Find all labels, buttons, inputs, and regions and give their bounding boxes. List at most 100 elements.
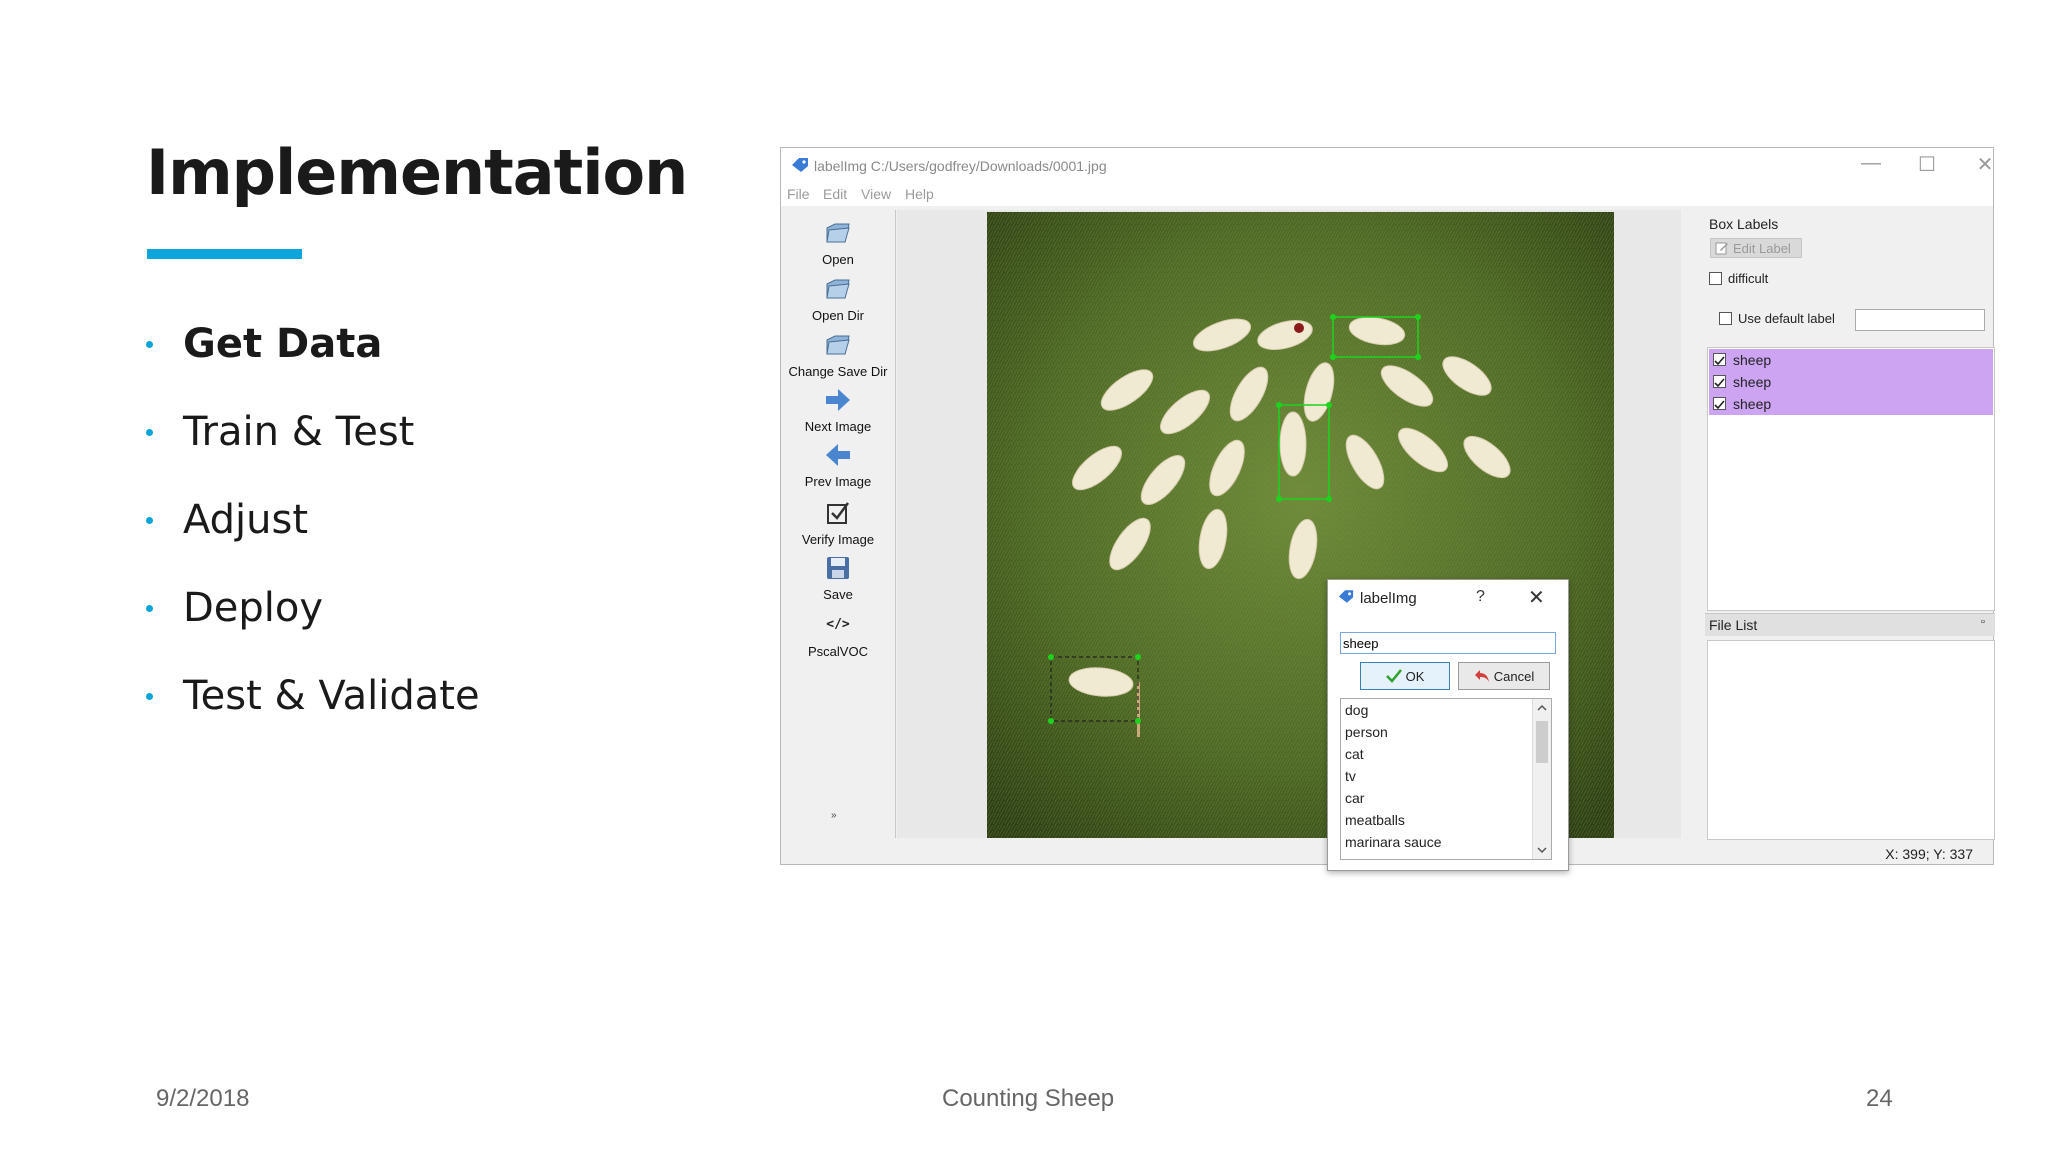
help-button[interactable]: ? (1476, 588, 1485, 606)
menu-file[interactable]: File (787, 186, 810, 202)
open-dir-button[interactable]: Open Dir (781, 274, 895, 323)
label-text: sheep (1733, 374, 1772, 390)
dialog-close-button[interactable]: ✕ (1528, 585, 1545, 610)
pascal-voc-button[interactable]: </> PscalVOC (781, 610, 895, 659)
file-list-title: File List (1709, 617, 1758, 633)
default-label-input[interactable] (1855, 309, 1985, 331)
tag-icon (792, 158, 808, 172)
footer-title: Counting Sheep (942, 1085, 1115, 1112)
toolbar-more-icon[interactable]: » (831, 810, 837, 821)
edit-icon (1715, 242, 1728, 255)
bullet-text: Deploy (183, 585, 324, 631)
bullet-item: Train & Test (146, 388, 480, 476)
ok-button[interactable]: OK (1360, 662, 1450, 690)
list-item[interactable]: car (1341, 787, 1551, 809)
bullet-item: Adjust (146, 476, 480, 564)
menu-bar: File Edit View Help (781, 182, 1993, 206)
label-checkbox[interactable] (1713, 375, 1726, 388)
label-checkbox[interactable] (1713, 353, 1726, 366)
code-icon: </> (826, 617, 850, 632)
menu-help[interactable]: Help (905, 186, 934, 202)
bullet-text: Adjust (183, 497, 309, 543)
cancel-label: Cancel (1493, 668, 1535, 684)
slide-title: Implementation (146, 136, 688, 209)
bullet-text: Test & Validate (183, 673, 480, 719)
label-item[interactable]: sheep (1709, 393, 1993, 415)
scroll-thumb[interactable] (1536, 721, 1548, 763)
chevron-down-icon[interactable] (1533, 843, 1551, 857)
footer-date: 9/2/2018 (156, 1085, 250, 1112)
ok-label: OK (1405, 668, 1425, 684)
cancel-button[interactable]: Cancel (1458, 662, 1550, 690)
folder-icon (826, 223, 850, 243)
verify-image-label: Verify Image (801, 532, 875, 547)
cursor-coordinates: X: 399; Y: 337 (1885, 846, 1973, 862)
label-checkbox[interactable] (1713, 397, 1726, 410)
open-label: Open (822, 252, 854, 267)
label-dialog: labelImg ? ✕ OK Cancel dog person cat tv… (1327, 579, 1569, 871)
chevron-up-icon[interactable] (1533, 701, 1551, 715)
label-text: sheep (1733, 396, 1772, 412)
bullet-dot (146, 340, 153, 348)
prev-image-button[interactable]: Prev Image (781, 440, 895, 489)
change-save-dir-button[interactable]: Change Save Dir (781, 330, 895, 379)
label-input[interactable] (1340, 632, 1556, 654)
arrow-left-icon (826, 444, 850, 466)
arrow-right-icon (826, 389, 850, 411)
change-save-dir-label: Change Save Dir (788, 364, 888, 379)
check-icon (1385, 669, 1402, 683)
bullet-item: Deploy (146, 564, 480, 652)
close-button[interactable]: ✕ (1965, 152, 2005, 177)
maximize-button[interactable]: ☐ (1907, 152, 1947, 177)
minimize-button[interactable]: — (1851, 152, 1891, 175)
undo-icon (1474, 670, 1489, 682)
edit-label-button[interactable]: Edit Label (1710, 238, 1802, 258)
bullet-text: Train & Test (183, 409, 415, 455)
bullet-dot (146, 692, 153, 700)
left-toolbar: Open Open Dir Change Save Dir Next Image… (781, 210, 896, 838)
list-item[interactable]: marinara sauce (1341, 831, 1551, 853)
check-icon (1714, 378, 1725, 388)
tag-icon (1338, 590, 1354, 603)
difficult-label: difficult (1728, 271, 1769, 286)
label-text: sheep (1733, 352, 1772, 368)
box-labels-list: sheep sheep sheep (1707, 347, 1995, 611)
list-item[interactable]: cat (1341, 743, 1551, 765)
float-panel-icon[interactable]: ▫ (1981, 616, 1985, 628)
list-scrollbar[interactable] (1532, 699, 1551, 859)
bullet-dot (146, 516, 153, 524)
edit-label-text: Edit Label (1733, 240, 1791, 256)
window-title: labelImg C:/Users/godfrey/Downloads/0001… (814, 158, 1107, 174)
folder-icon (826, 335, 850, 355)
label-options-list[interactable]: dog person cat tv car meatballs marinara… (1340, 698, 1552, 860)
list-item[interactable]: tv (1341, 765, 1551, 787)
folder-icon (826, 279, 850, 299)
next-image-label: Next Image (804, 419, 872, 434)
bullet-dot (146, 604, 153, 612)
open-button[interactable]: Open (781, 218, 895, 267)
label-item[interactable]: sheep (1709, 371, 1993, 393)
bullet-item: Test & Validate (146, 652, 480, 740)
labelimg-window: labelImg C:/Users/godfrey/Downloads/0001… (780, 147, 1995, 871)
list-item[interactable]: dog (1341, 699, 1551, 721)
dialog-title: labelImg (1360, 590, 1417, 607)
bullet-item: Get Data (146, 300, 480, 388)
bullet-list: Get Data Train & Test Adjust Deploy Test… (146, 300, 480, 740)
file-list[interactable] (1707, 640, 1995, 840)
floppy-icon (827, 557, 849, 579)
window-titlebar: labelImg C:/Users/godfrey/Downloads/0001… (781, 148, 1993, 182)
list-item[interactable]: meatballs (1341, 809, 1551, 831)
title-underline (147, 249, 302, 259)
page-number: 24 (1866, 1085, 1893, 1112)
save-button[interactable]: Save (781, 553, 895, 602)
label-item[interactable]: sheep (1709, 349, 1993, 371)
menu-view[interactable]: View (861, 186, 891, 202)
list-item[interactable]: person (1341, 721, 1551, 743)
box-labels-title: Box Labels (1709, 216, 1779, 232)
use-default-label-checkbox[interactable] (1719, 312, 1732, 325)
prev-image-label: Prev Image (804, 474, 872, 489)
verify-image-button[interactable]: Verify Image (781, 498, 895, 547)
menu-edit[interactable]: Edit (823, 186, 847, 202)
next-image-button[interactable]: Next Image (781, 385, 895, 434)
difficult-checkbox[interactable] (1709, 272, 1722, 285)
